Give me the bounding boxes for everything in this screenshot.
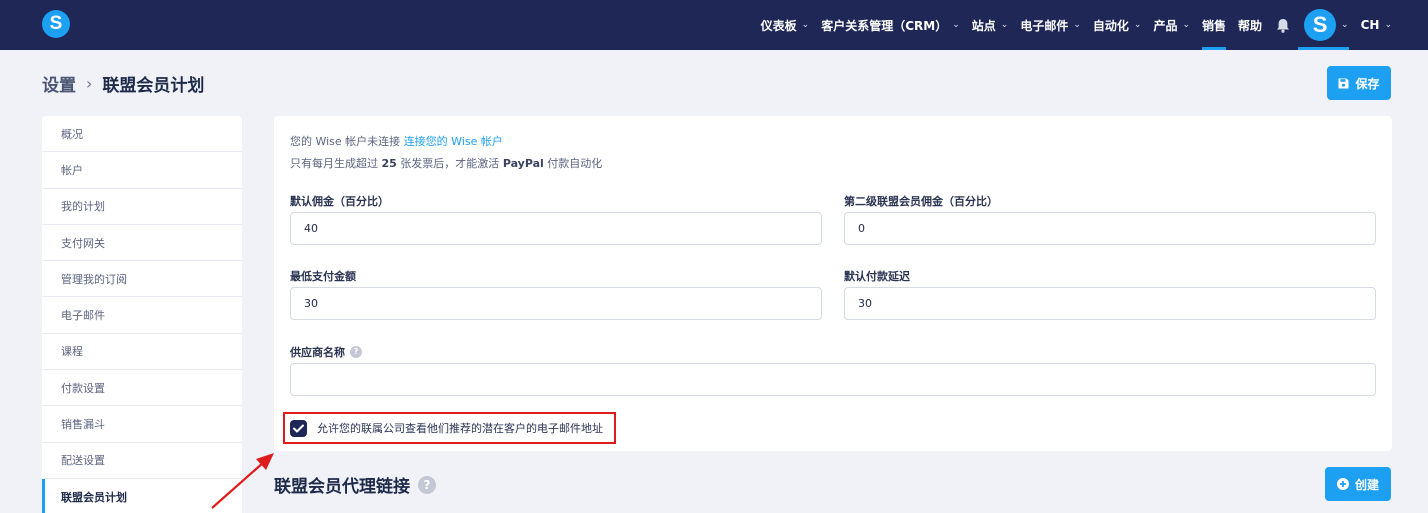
second-level-commission-label: 第二级联盟会员佣金（百分比） [844,195,998,208]
chevron-down-icon: ⌄ [1341,20,1349,30]
affiliate-links-title: 联盟会员代理链接 ? [274,472,436,497]
sidebar-item-account[interactable]: 帐户 [42,152,242,189]
nav-menu: 仪表板 ⌄ 客户关系管理（CRM） ⌄ 站点 ⌄ 电子邮件 ⌄ 自动化 ⌄ 产品 ⌄ 销售 … [755,0,1428,50]
vendor-name-label: 供应商名称 ? [290,344,362,360]
allow-email-view-option[interactable]: 允许您的联属公司查看他们推荐的潜在客户的电子邮件地址 [283,412,616,444]
second-level-commission-input[interactable] [844,212,1376,245]
nav-help[interactable]: 帮助 [1232,0,1268,50]
breadcrumb: 设置 › 联盟会员计划 [42,71,204,96]
chevron-down-icon: ⌄ [1133,20,1142,30]
language-selector[interactable]: CH ⌄ [1355,0,1428,50]
connect-wise-link[interactable]: 连接您的 Wise 帐户 [404,135,503,148]
breadcrumb-settings[interactable]: 设置 [42,71,76,96]
chevron-down-icon: ⌄ [1000,20,1009,30]
sidebar-item-subscriptions[interactable]: 管理我的订阅 [42,261,242,298]
min-payout-input[interactable] [290,287,822,320]
wise-status: 您的 Wise 帐户未连接 连接您的 Wise 帐户 [290,135,503,148]
sidebar-item-my-plan[interactable]: 我的计划 [42,189,242,225]
sidebar-item-email[interactable]: 电子邮件 [42,297,242,334]
save-button[interactable]: 保存 [1327,66,1391,100]
create-button[interactable]: 创建 [1325,467,1391,501]
bell-icon[interactable] [1268,0,1298,50]
avatar: S [1304,9,1337,41]
app-logo[interactable]: S [42,10,70,38]
nav-sales[interactable]: 销售 [1196,0,1232,50]
chevron-down-icon: ⌄ [1182,20,1191,30]
sidebar-item-courses[interactable]: 课程 [42,334,242,371]
default-commission-input[interactable] [290,212,822,245]
chevron-down-icon: ⌄ [801,20,810,30]
paypal-notice: 只有每月生成超过 25 张发票后，才能激活 PayPal 付款自动化 [290,157,603,170]
help-icon[interactable]: ? [350,346,362,358]
payout-delay-label: 默认付款延迟 [844,270,910,283]
chevron-right-icon: › [86,74,93,93]
checkmark-icon [293,424,304,432]
sidebar-item-sales-funnel[interactable]: 销售漏斗 [42,406,242,443]
sidebar-item-payment-settings[interactable]: 付款设置 [42,370,242,407]
nav-crm[interactable]: 客户关系管理（CRM） ⌄ [815,0,966,50]
chevron-down-icon: ⌄ [1384,20,1392,30]
allow-email-view-label: 允许您的联属公司查看他们推荐的潜在客户的电子邮件地址 [317,422,603,435]
plus-circle-icon [1336,478,1349,490]
page-title: 联盟会员计划 [102,76,205,96]
nav-products[interactable]: 产品 ⌄ [1147,0,1196,50]
save-icon [1338,78,1349,88]
nav-automation[interactable]: 自动化 ⌄ [1087,0,1148,50]
min-payout-label: 最低支付金额 [290,270,356,283]
chevron-down-icon: ⌄ [1073,20,1081,30]
affiliate-settings-card: 您的 Wise 帐户未连接 连接您的 Wise 帐户 只有每月生成超过 25 张… [274,116,1392,451]
allow-email-view-checkbox[interactable] [290,419,307,437]
nav-sites[interactable]: 站点 ⌄ [966,0,1015,50]
sidebar-item-payment-gateway[interactable]: 支付网关 [42,225,242,262]
default-commission-label: 默认佣金（百分比） [290,195,389,208]
help-icon[interactable]: ? [418,475,436,494]
nav-dashboard[interactable]: 仪表板 ⌄ [755,0,816,50]
annotation-arrow [211,453,274,509]
user-menu[interactable]: S ⌄ [1298,0,1355,50]
payout-delay-input[interactable] [844,287,1376,320]
sidebar-item-overview[interactable]: 概况 [42,116,242,153]
chevron-down-icon: ⌄ [952,20,960,30]
top-nav: S 仪表板 ⌄ 客户关系管理（CRM） ⌄ 站点 ⌄ 电子邮件 ⌄ 自动化 ⌄ 产品 ⌄ 销… [0,0,1428,50]
nav-email[interactable]: 电子邮件 ⌄ [1014,0,1087,50]
vendor-name-input[interactable] [290,363,1376,396]
